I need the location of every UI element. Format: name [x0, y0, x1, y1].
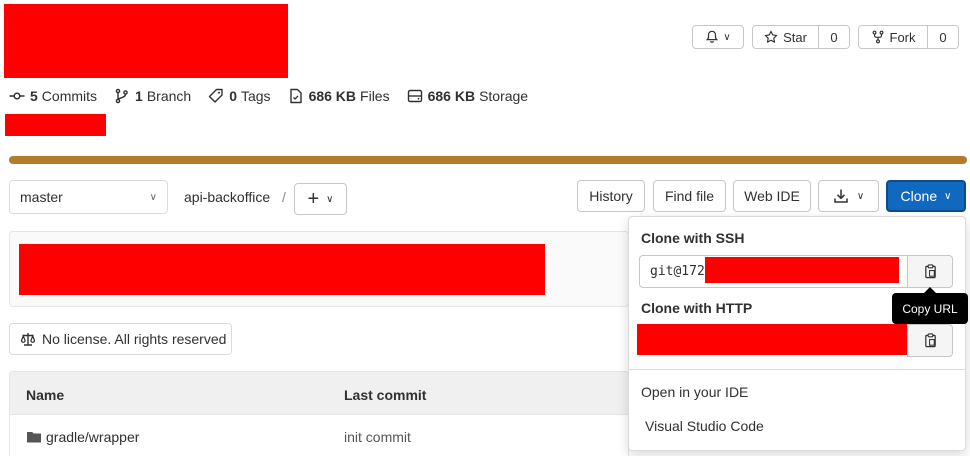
file-table-header: Name Last commit	[9, 371, 629, 415]
column-header-last-commit: Last commit	[344, 387, 427, 403]
history-button[interactable]: History	[577, 180, 645, 212]
clone-ssh-title: Clone with SSH	[641, 230, 745, 246]
scale-icon	[20, 333, 36, 346]
files-size: 686 KB	[308, 88, 357, 104]
repository-language-bar	[9, 156, 967, 164]
table-row[interactable]: gradle/wrapper init commit	[9, 415, 629, 456]
tags-stat[interactable]: 0 Tags	[208, 88, 271, 104]
chevron-down-icon: ∨	[326, 193, 334, 205]
star-button[interactable]: Star	[753, 26, 818, 48]
clipboard-icon	[924, 333, 936, 348]
star-count[interactable]: 0	[818, 26, 849, 48]
chevron-down-icon: ∨	[149, 191, 157, 203]
tags-count: 0	[229, 88, 237, 104]
branch-count: 1	[135, 88, 143, 104]
fork-button[interactable]: Fork	[859, 26, 927, 48]
clone-button[interactable]: Clone ∨	[886, 180, 966, 212]
clone-ssh-url-redacted	[705, 257, 899, 283]
file-last-commit[interactable]: init commit	[344, 429, 411, 445]
file-icon	[289, 88, 302, 104]
copy-http-url-button[interactable]	[907, 324, 953, 357]
branch-stat[interactable]: 1 Branch	[114, 88, 191, 104]
chevron-down-icon: ∨	[944, 190, 952, 202]
branch-select-value: master	[20, 189, 63, 205]
add-dropdown-button[interactable]: + ∨	[294, 183, 347, 215]
storage-stat[interactable]: 686 KB Storage	[407, 88, 529, 104]
download-dropdown-button[interactable]: ∨	[818, 180, 879, 212]
fork-button-group[interactable]: Fork 0	[858, 25, 959, 49]
last-commit-panel	[9, 231, 629, 307]
breadcrumb-project[interactable]: api-backoffice	[184, 189, 270, 205]
file-name[interactable]: gradle/wrapper	[46, 429, 139, 445]
branch-select[interactable]: master ∨	[9, 180, 168, 214]
star-icon	[764, 30, 778, 43]
chevron-down-icon: ∨	[723, 31, 731, 43]
commits-stat[interactable]: 5 Commits	[9, 88, 97, 104]
clone-http-title: Clone with HTTP	[641, 300, 753, 316]
files-label: Files	[360, 88, 390, 104]
download-icon	[834, 189, 848, 203]
copy-url-tooltip: Copy URL	[892, 287, 968, 324]
star-label: Star	[783, 29, 807, 45]
clone-http-url-redacted[interactable]	[637, 324, 908, 355]
chevron-down-icon: ∨	[856, 190, 865, 202]
storage-label: Storage	[479, 88, 529, 104]
web-ide-button[interactable]: Web IDE	[733, 180, 811, 212]
commits-label: Commits	[41, 88, 98, 104]
branch-label: Branch	[146, 88, 192, 104]
fork-count[interactable]: 0	[927, 26, 958, 48]
project-description-redacted	[5, 114, 106, 136]
breadcrumb-separator: /	[282, 189, 286, 205]
copy-ssh-url-button[interactable]	[907, 255, 953, 288]
plus-icon: +	[307, 188, 320, 210]
bell-icon	[706, 30, 719, 43]
storage-size: 686 KB	[427, 88, 476, 104]
clone-dropdown: Clone with SSH git@172 Clone with HTTP O…	[628, 216, 966, 451]
last-commit-redacted	[19, 244, 545, 295]
fork-label: Fork	[889, 29, 916, 45]
tags-label: Tags	[240, 88, 271, 104]
notifications-button[interactable]: ∨	[692, 25, 744, 49]
branch-icon	[115, 88, 128, 104]
project-title-redacted	[4, 4, 288, 78]
tag-icon	[208, 88, 223, 103]
ide-option-vscode[interactable]: Visual Studio Code	[645, 418, 764, 434]
find-file-button[interactable]: Find file	[653, 180, 726, 212]
commits-count: 5	[30, 88, 38, 104]
clipboard-icon	[924, 264, 936, 279]
clone-button-label: Clone	[900, 188, 938, 204]
column-header-name: Name	[26, 387, 65, 403]
fork-icon	[872, 30, 883, 44]
open-in-ide-title: Open in your IDE	[641, 384, 749, 400]
commit-icon	[9, 92, 25, 100]
dropdown-divider	[629, 369, 965, 370]
folder-icon	[27, 432, 41, 443]
files-stat[interactable]: 686 KB Files	[288, 88, 390, 104]
license-label: No license. All rights reserved	[42, 331, 227, 347]
storage-icon	[407, 89, 422, 103]
star-button-group[interactable]: Star 0	[752, 25, 850, 49]
license-badge[interactable]: No license. All rights reserved	[9, 323, 232, 355]
clone-ssh-url-value: git@172	[650, 264, 705, 279]
project-stats: 5 Commits 1 Branch 0 Tags 686 KB Files 6…	[9, 86, 545, 106]
